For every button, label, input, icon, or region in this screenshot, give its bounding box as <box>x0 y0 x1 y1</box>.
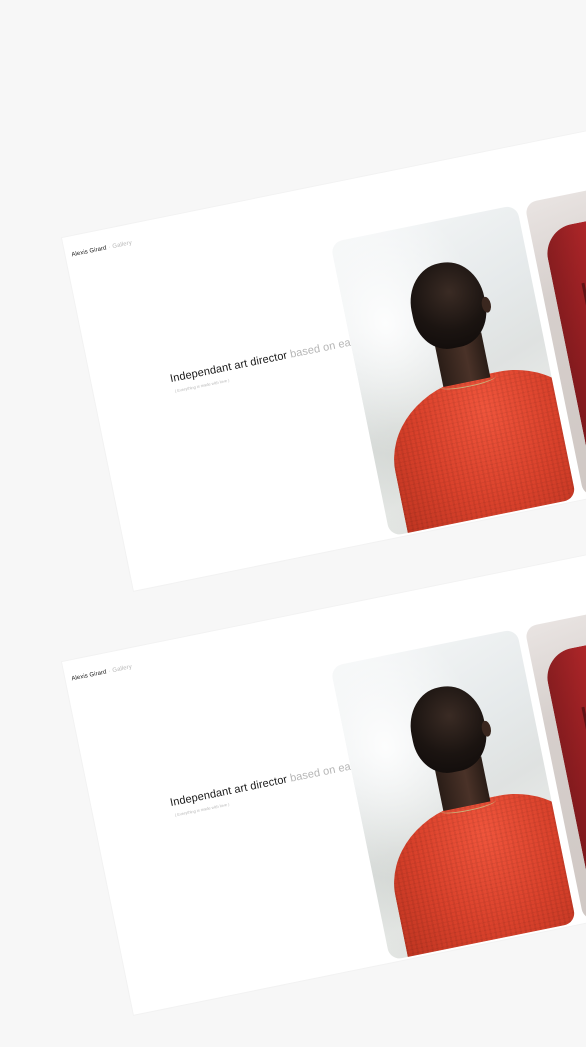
gallery-link[interactable]: Gallery <box>112 240 133 250</box>
brand-header: Alexis Girard·Gallery <box>71 664 132 682</box>
brand-header: Alexis Girard·Gallery <box>71 240 132 258</box>
canvas: Alexis Girard·Gallery Independant art di… <box>0 0 586 1047</box>
brand-separator: · <box>107 668 112 675</box>
gallery-link[interactable]: Gallery <box>112 664 133 674</box>
brand-name-link[interactable]: Alexis Girard <box>71 245 107 258</box>
site-preview-card: Alexis Girard·Gallery Independant art di… <box>62 534 586 1015</box>
site-preview-card: Alexis Girard·Gallery Independant art di… <box>62 110 586 591</box>
brand-name-link[interactable]: Alexis Girard <box>71 669 107 682</box>
hero-headline: Independant art director based on earth <box>169 758 365 809</box>
hero-headline: Independant art director based on earth <box>169 334 365 385</box>
brand-separator: · <box>107 244 112 251</box>
